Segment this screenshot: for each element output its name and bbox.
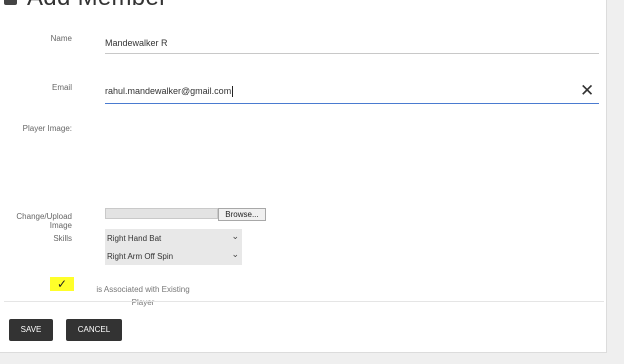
add-member-panel: Add Member Name Mandewalker R Email rahu… [0,0,607,353]
name-field[interactable]: Mandewalker R [105,38,599,54]
form-divider [4,301,604,302]
close-icon[interactable]: ✕ [580,82,594,99]
check-icon: ✓ [56,277,68,291]
email-field[interactable]: rahul.mandewalker@gmail.com [105,86,599,104]
browse-button[interactable]: Browse... [217,208,266,221]
bowling-style-value: Right Arm Off Spin [107,252,174,261]
associated-label: is Associated with Existing Player [96,285,190,307]
player-image-label: Player Image: [22,124,72,133]
bowling-style-select[interactable]: Right Arm Off Spin ⌄ [105,247,242,265]
email-label: Email [51,83,72,92]
chevron-down-icon: ⌄ [231,249,239,259]
associated-checkbox[interactable]: ✓ [50,277,74,291]
batting-style-select[interactable]: Right Hand Bat ⌄ [105,229,242,247]
skills-label: Skills [53,234,72,243]
page-header: Add Member [4,0,167,12]
file-upload-input[interactable]: Browse... [105,208,266,221]
text-caret [232,86,234,98]
name-label: Name [50,34,72,43]
member-icon [4,0,17,5]
page-title: Add Member [27,0,167,12]
skills-selects: Right Hand Bat ⌄ Right Arm Off Spin ⌄ [105,229,242,265]
chevron-down-icon: ⌄ [231,231,239,241]
cancel-button[interactable]: CANCEL [66,319,122,341]
upload-label: Change/Upload Image [16,212,72,230]
email-value: rahul.mandewalker@gmail.com [105,86,232,96]
file-path-field[interactable] [105,208,218,219]
batting-style-value: Right Hand Bat [107,234,162,243]
save-button[interactable]: SAVE [9,319,53,341]
